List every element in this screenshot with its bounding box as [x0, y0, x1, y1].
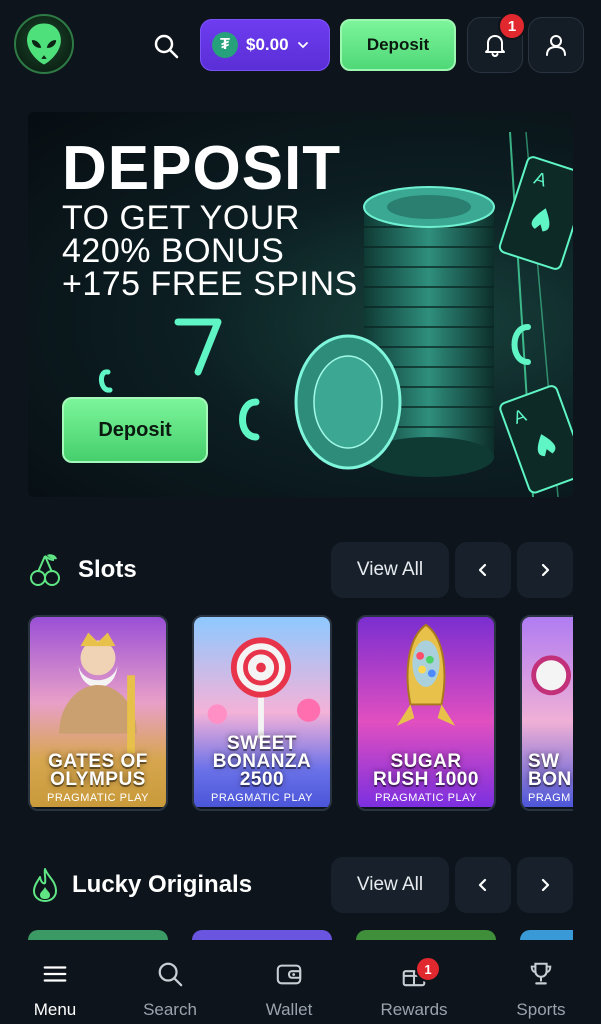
nav-wallet[interactable]: Wallet [234, 960, 344, 1020]
banner-title: DEPOSIT [62, 134, 342, 203]
balance-selector[interactable]: ₮ $0.00 [200, 19, 330, 71]
banner-line: TO GET YOUR [62, 199, 300, 237]
menu-icon [43, 966, 67, 982]
game-title: SWEET BONANZA 2500 [212, 733, 312, 790]
original-game-card[interactable] [356, 930, 496, 940]
nav-label: Rewards [380, 1000, 448, 1019]
game-provider: PRAGMATIC PLAY [375, 792, 477, 804]
chevron-left-icon [478, 563, 487, 577]
slots-section-header: Slots View All [28, 542, 573, 598]
search-icon [158, 962, 183, 987]
slots-carousel[interactable]: GATES OF OLYMPUS PRAGMATIC PLAY SWEET BO… [28, 615, 573, 815]
original-game-card[interactable] [192, 930, 332, 940]
game-provider: PRAGMATIC PLAY [47, 792, 149, 804]
search-icon [154, 34, 179, 59]
rewards-count-badge: 1 [415, 956, 441, 982]
nav-label: Menu [33, 1000, 77, 1019]
alien-logo-icon[interactable] [14, 14, 74, 74]
banner-line: 420% BONUS [62, 232, 285, 270]
nav-rewards[interactable]: 1 Rewards [359, 956, 469, 1020]
user-icon [546, 35, 566, 56]
nav-sports[interactable]: Sports [486, 960, 596, 1020]
banner-line: +175 FREE SPINS [62, 265, 358, 303]
game-provider: PRAGM [528, 792, 571, 804]
game-card[interactable]: SWEET BONANZA 2500 PRAGMATIC PLAY [192, 615, 332, 811]
originals-title: Lucky Originals [72, 871, 253, 898]
originals-carousel[interactable] [28, 930, 573, 940]
promo-banner[interactable]: A A DEPOSIT TO GET YOUR 420% BONUS +175 … [28, 112, 573, 497]
game-title: SW BON [528, 751, 572, 790]
chevron-right-icon [541, 878, 550, 892]
header-deposit-button[interactable]: Deposit [340, 19, 456, 71]
nav-menu[interactable]: Menu [0, 960, 110, 1020]
wallet-icon [276, 964, 302, 985]
slots-prev-button[interactable] [455, 542, 511, 598]
slots-view-all-button[interactable]: View All [331, 542, 449, 598]
banner-deposit-button[interactable]: Deposit [62, 397, 208, 463]
game-provider: PRAGMATIC PLAY [211, 792, 313, 804]
game-title: SUGAR RUSH 1000 [373, 751, 479, 790]
nav-search[interactable]: Search [115, 960, 225, 1020]
profile-button[interactable] [528, 17, 584, 73]
slots-title: Slots [78, 556, 137, 583]
original-game-card[interactable] [520, 930, 573, 940]
nav-label: Sports [516, 1000, 566, 1019]
chevron-left-icon [478, 878, 487, 892]
tether-icon: ₮ [212, 32, 238, 58]
original-game-card[interactable] [28, 930, 168, 940]
originals-prev-button[interactable] [455, 857, 511, 913]
originals-view-all-button[interactable]: View All [331, 857, 449, 913]
chevron-right-icon [541, 563, 550, 577]
notifications-button[interactable]: 1 [467, 12, 526, 73]
game-card[interactable]: GATES OF OLYMPUS PRAGMATIC PLAY [28, 615, 168, 811]
originals-next-button[interactable] [517, 857, 573, 913]
game-card[interactable]: SUGAR RUSH 1000 PRAGMATIC PLAY [356, 615, 496, 811]
search-button[interactable] [146, 26, 186, 66]
banner-subtitle: TO GET YOUR 420% BONUS +175 FREE SPINS [62, 199, 358, 303]
cherries-icon [30, 554, 60, 586]
game-card[interactable]: SW BON PRAGM [520, 615, 573, 811]
notification-count-badge: 1 [498, 12, 526, 40]
nav-label: Wallet [265, 1000, 313, 1019]
trophy-icon [530, 962, 552, 985]
nav-label: Search [143, 1000, 197, 1019]
bottom-navigation: Menu Search Wallet 1 Rewards Sports [0, 940, 601, 1024]
top-bar: ₮ $0.00 Deposit 1 [0, 0, 601, 92]
chevron-down-icon [297, 42, 308, 49]
flame-icon [33, 868, 57, 902]
originals-section-header: Lucky Originals View All [28, 857, 573, 913]
game-title: GATES OF OLYMPUS [48, 751, 148, 790]
slots-next-button[interactable] [517, 542, 573, 598]
balance-amount: $0.00 [246, 35, 289, 54]
